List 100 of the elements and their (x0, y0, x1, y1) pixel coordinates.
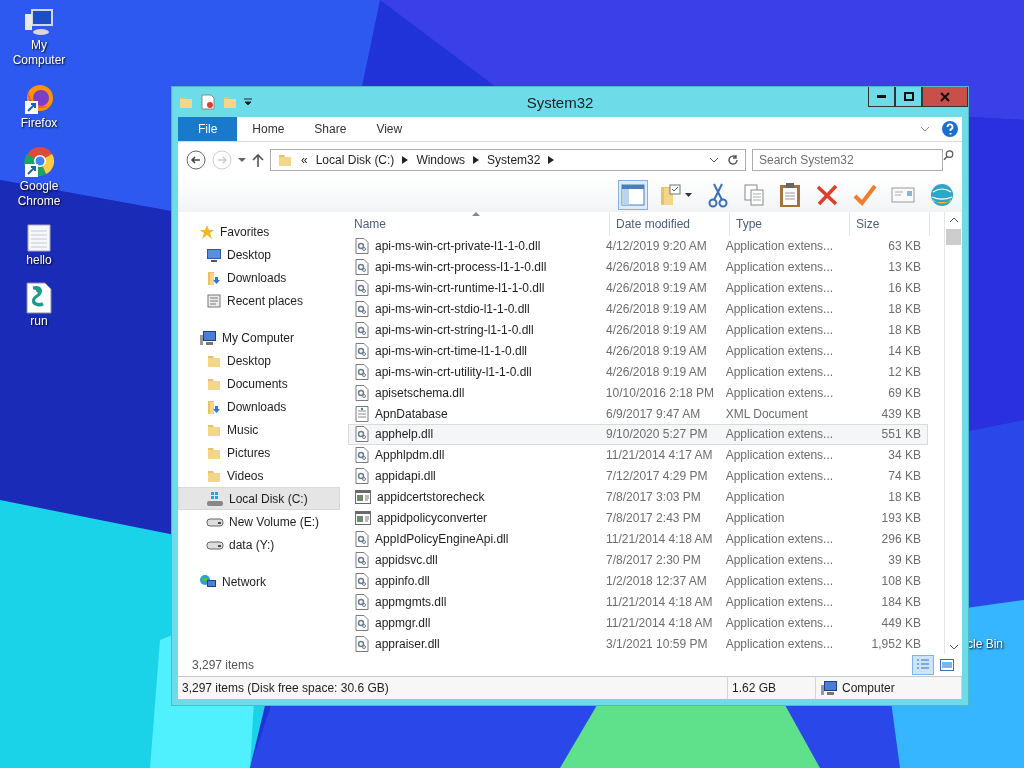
overflow-chevron[interactable]: « (301, 153, 308, 167)
back-icon[interactable] (186, 150, 206, 170)
desktop-icon-label[interactable]: My Computer (3, 38, 75, 68)
file-row[interactable]: api-ms-win-crt-process-l1-1-0.dll 4/26/2018 9:19 AM Application extens... 13 KB (348, 256, 928, 278)
type-cell-text: Application extens... (724, 343, 835, 358)
preview-pane-button[interactable] (618, 180, 648, 210)
type-cell-text: Application extens... (724, 636, 835, 651)
size-cell-text: 34 KB (887, 448, 922, 463)
folder-icon (277, 152, 293, 168)
gear-document-icon (355, 363, 369, 380)
file-row[interactable]: api-ms-win-crt-stdio-l1-1-0.dll 4/26/2018 9:19 AM Application extens... 18 KB (348, 298, 928, 320)
desktop-icon-label[interactable]: cle Bin (967, 637, 1004, 651)
column-header[interactable]: Size (850, 212, 930, 236)
type-cell-text: Application extens... (724, 364, 835, 379)
navigation-item[interactable]: Downloads (178, 266, 340, 289)
file-row[interactable]: appidsvc.dll 7/8/2017 2:30 PM Application extens... 39 KB (348, 549, 928, 571)
size-cell-text: 18 KB (887, 490, 922, 505)
column-header[interactable]: Type (730, 212, 850, 236)
gear-document-icon (355, 259, 369, 276)
file-row[interactable]: appmgr.dll 11/21/2014 4:18 AM Application extens... 449 KB (348, 612, 928, 634)
computer-icon (199, 329, 217, 346)
desktop-icon-label[interactable]: hello (3, 253, 75, 268)
close-button[interactable] (922, 87, 968, 107)
column-header[interactable]: Name (348, 212, 610, 236)
file-row[interactable]: appraiser.dll 3/1/2021 10:59 PM Application extens... 1,952 KB (348, 633, 928, 654)
breadcrumb[interactable]: System32 (487, 153, 541, 167)
size-cell-text: 184 KB (880, 594, 922, 609)
dropdown-icon[interactable] (244, 98, 252, 106)
file-row[interactable]: AppIdPolicyEngineApi.dll 11/21/2014 4:18 AM Application extens... 296 KB (348, 528, 928, 550)
file-name: api-ms-win-crt-stdio-l1-1-0.dll (375, 302, 530, 317)
gear-document-icon (355, 531, 369, 547)
up-arrow-icon[interactable] (252, 153, 264, 167)
breadcrumb[interactable]: Windows (416, 153, 466, 167)
navigation-item[interactable]: Music (178, 418, 340, 441)
column-header[interactable]: Date modified (610, 212, 730, 236)
chevron-down-icon[interactable] (920, 126, 930, 132)
help-icon[interactable] (942, 121, 958, 137)
delete-icon (815, 183, 839, 207)
application-window-icon (355, 511, 371, 526)
ribbon-tab[interactable]: Share (299, 117, 362, 141)
file-name: api-ms-win-crt-process-l1-1-0.dll (375, 260, 547, 275)
file-row[interactable]: appmgmts.dll 11/21/2014 4:18 AM Application extens... 184 KB (348, 591, 928, 613)
navigation-item[interactable]: Downloads (178, 395, 340, 418)
file-row[interactable]: Apphlpdm.dll 11/21/2014 4:17 AM Application extens... 34 KB (348, 444, 928, 466)
refresh-icon[interactable] (727, 154, 739, 166)
file-row[interactable]: appidapi.dll 7/12/2017 4:29 PM Application extens... 74 KB (348, 465, 928, 487)
navigation-item[interactable]: Favorites (178, 220, 340, 243)
navigation-item[interactable]: New Volume (E:) (178, 510, 340, 533)
chevron-down-icon[interactable] (709, 157, 719, 163)
navigation-item[interactable]: Recent places (178, 289, 340, 312)
navigation-item[interactable]: Desktop (178, 243, 340, 266)
navigation-item[interactable]: Documents (178, 372, 340, 395)
file-row[interactable]: api-ms-win-crt-string-l1-1-0.dll 4/26/2018 9:19 AM Application extens... 18 KB (348, 319, 928, 341)
text-file-icon (26, 223, 52, 253)
date-cell-text: 7/8/2017 2:30 PM (605, 552, 702, 567)
sort-arrow-icon (472, 212, 480, 216)
minimize-button[interactable] (868, 87, 895, 107)
minimize-icon (877, 95, 886, 98)
gear-document-icon (355, 468, 369, 485)
recent-locations-icon[interactable] (238, 157, 246, 163)
type-cell-text: Application extens... (724, 281, 835, 296)
new-folder-icon (222, 94, 238, 110)
type-cell-text: Application extens... (724, 532, 835, 546)
navigation-item[interactable]: Desktop (178, 349, 340, 372)
date-cell-text: 4/26/2018 9:19 AM (605, 343, 708, 358)
file-row[interactable]: apisetschema.dll 10/10/2016 2:18 PM Application extens... 69 KB (348, 382, 928, 404)
desktop-icon-label[interactable]: Firefox (3, 116, 75, 131)
file-row[interactable]: apphelp.dll 9/10/2020 5:27 PM Application extens... 551 KB (348, 424, 928, 445)
desktop-icon-label[interactable]: Google Chrome (3, 179, 75, 209)
address-bar[interactable]: « Local Disk (C:) Windows System32 (270, 149, 746, 171)
file-row[interactable]: api-ms-win-crt-private-l1-1-0.dll 4/12/2019 9:20 AM Application extens... 63 KB (348, 235, 928, 257)
navigation-item[interactable]: Network (178, 570, 340, 593)
file-row[interactable]: appidpolicyconverter 7/8/2017 2:43 PM Application 193 KB (348, 507, 928, 529)
navigation-item[interactable]: Pictures (178, 441, 340, 464)
file-row[interactable]: api-ms-win-crt-utility-l1-1-0.dll 4/26/2018 9:19 AM Application extens... 12 KB (348, 361, 928, 383)
type-cell-text: Application extens... (724, 573, 835, 588)
selection-size: 1.62 GB (732, 681, 777, 695)
navigation-item[interactable]: data (Y:) (178, 533, 340, 556)
type-cell-text: Application (724, 490, 786, 505)
size-cell-text: 551 KB (880, 427, 922, 442)
ribbon-tab[interactable]: Home (237, 117, 300, 141)
script-file-icon (25, 282, 53, 314)
date-cell-text: 1/2/2018 12:37 AM (605, 573, 708, 588)
file-row[interactable]: api-ms-win-crt-runtime-l1-1-0.dll 4/26/2018 9:19 AM Application extens... 16 KB (348, 277, 928, 299)
download-folder-icon (206, 398, 222, 415)
breadcrumb[interactable]: Local Disk (C:) (315, 153, 395, 167)
file-row[interactable]: api-ms-win-crt-time-l1-1-0.dll 4/26/2018 9:19 AM Application extens... 14 KB (348, 340, 928, 362)
scrollbar[interactable] (944, 212, 962, 654)
gear-document-icon (355, 321, 369, 338)
navigation-item[interactable]: My Computer (178, 326, 340, 349)
navigation-item[interactable]: Local Disk (C:) (178, 487, 340, 510)
date-cell-text: 11/21/2014 4:18 AM (605, 615, 714, 630)
file-row[interactable]: appidcertstorecheck 7/8/2017 3:03 PM Application 18 KB (348, 486, 928, 508)
size-cell-text: 18 KB (887, 302, 922, 317)
file-row[interactable]: ApnDatabase 6/9/2017 9:47 AM XML Document 439 KB (348, 403, 928, 425)
desktop-icon-label[interactable]: run (3, 314, 75, 329)
navigation-item[interactable]: Videos (178, 464, 340, 487)
file-row[interactable]: appinfo.dll 1/2/2018 12:37 AM Application extens... 108 KB (348, 570, 928, 592)
scroll-thumb[interactable] (946, 229, 961, 245)
ribbon-tab[interactable]: View (361, 117, 418, 141)
